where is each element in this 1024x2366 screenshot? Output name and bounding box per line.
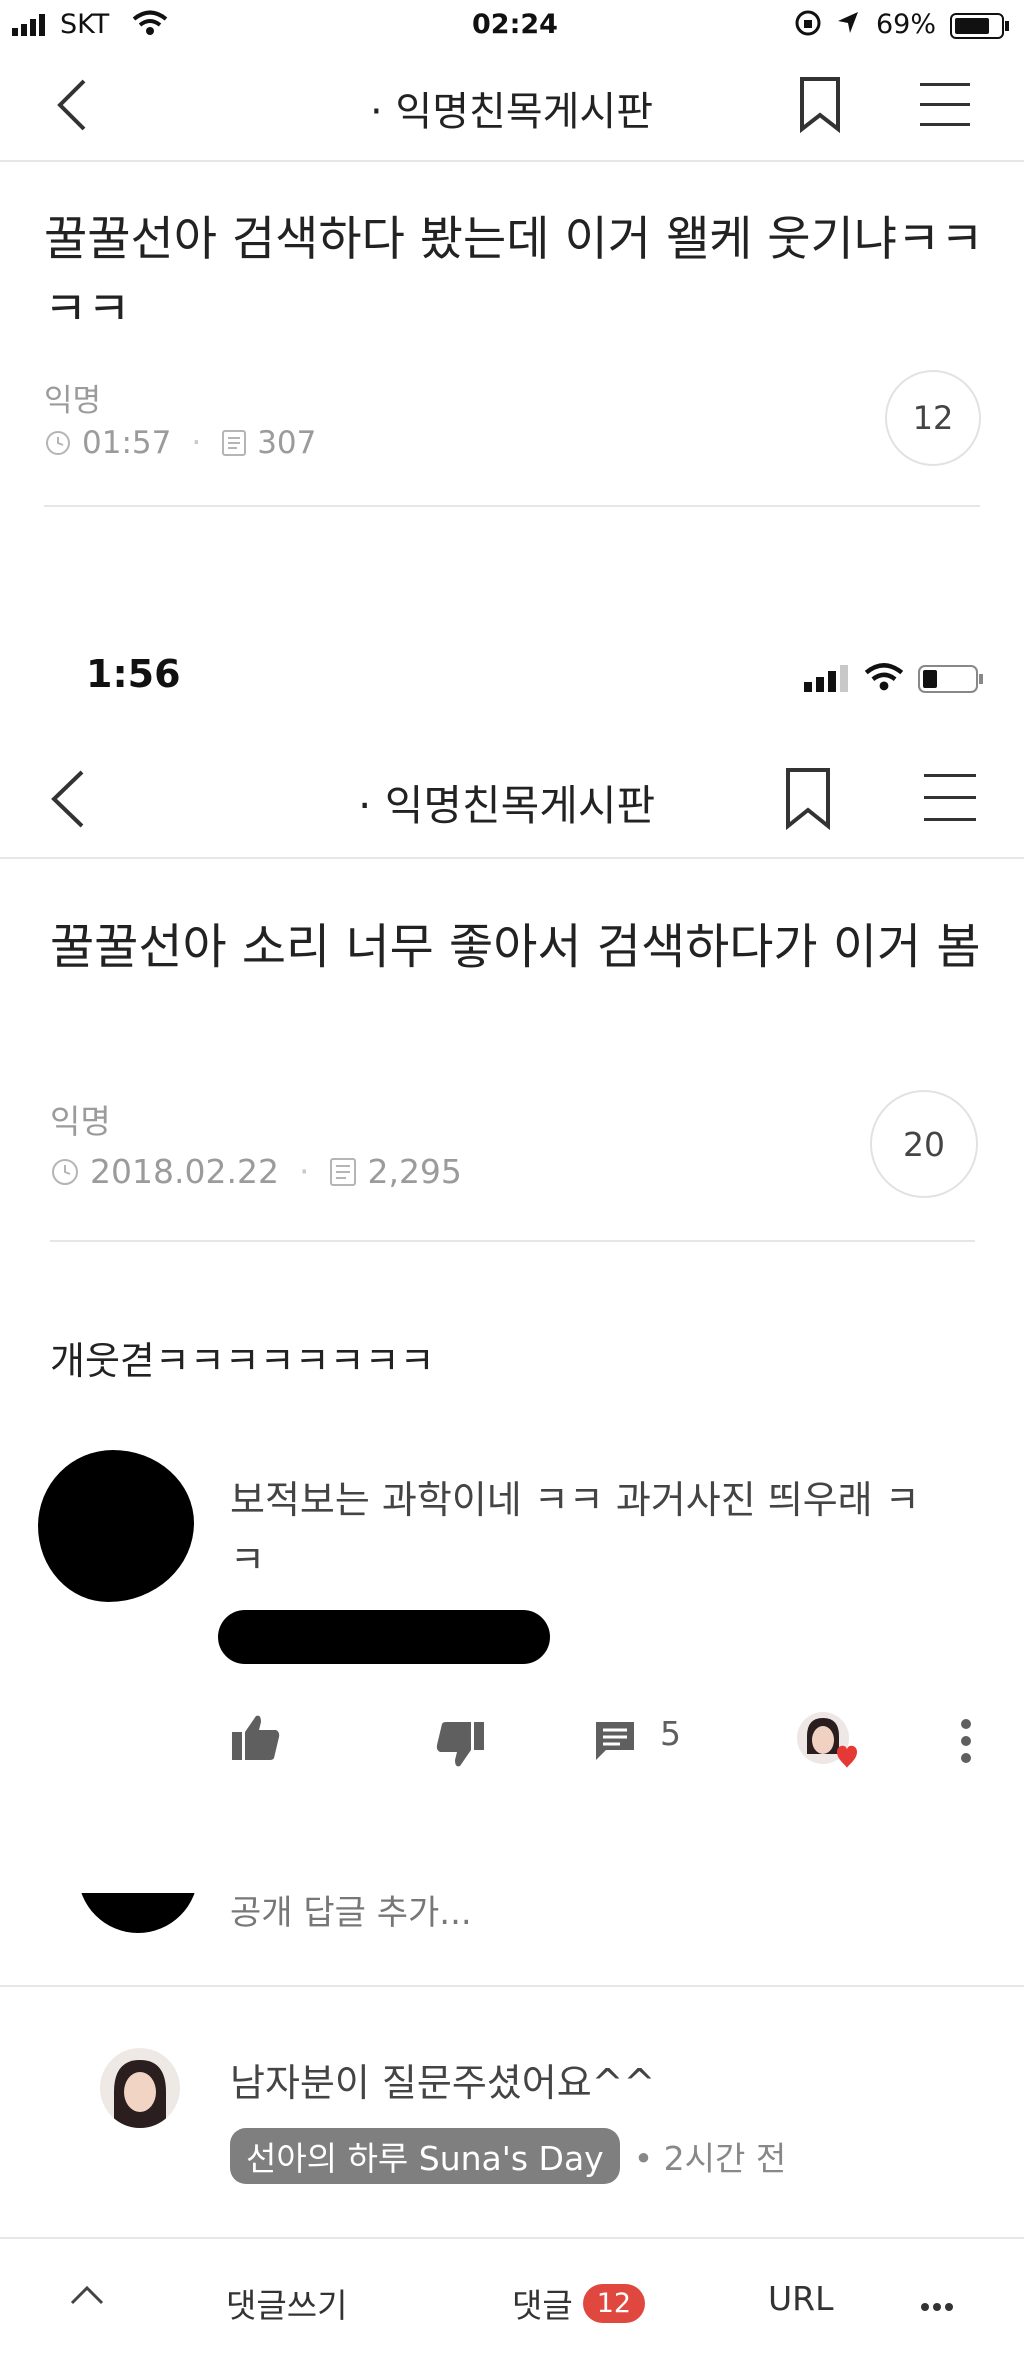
board-title: · 익명친목게시판 [370,89,654,135]
comments-count-badge: 12 [582,2283,646,2323]
inner-post-date: 2018.02.22 [90,1152,279,1191]
carrier-label: SKT [60,9,110,40]
bookmark-icon[interactable] [798,75,842,139]
inner-back-icon[interactable] [46,766,90,836]
post-body-text: 개웃겯ㅋㅋㅋㅋㅋㅋㅋㅋ [50,1339,435,1383]
inner-battery-icon [918,664,988,698]
scroll-up-icon[interactable] [70,2285,104,2309]
nav-bar: · 익명친목게시판 [0,55,1024,162]
reply-icon[interactable] [594,1720,636,1770]
inner-post-author: 익명 [50,1102,111,1141]
more-horiz-icon[interactable] [920,2297,954,2316]
comment-count-badge[interactable]: 12 [885,370,981,466]
creator-avatar [100,2048,180,2128]
url-button[interactable]: URL [768,2279,833,2318]
inner-bookmark-icon[interactable] [784,766,832,836]
divider [44,505,980,507]
bottom-toolbar: 댓글쓰기 댓글 12 URL [0,2237,1024,2366]
yt-comment-text: 보적보는 과학이네 ㅋㅋ 과거사진 띄우래 ㅋㅋ [230,1478,920,1582]
dislike-icon[interactable] [434,1720,486,1776]
lock-rotation-icon [794,9,822,44]
post-views: 307 [257,425,317,461]
location-icon [834,9,862,44]
clipped-reply-row: 공개 답글 추가... [0,1893,1024,1941]
comments-label: 댓글 [512,2286,573,2325]
redacted-username [218,1610,550,1664]
reply-count: 5 [660,1714,681,1753]
meta-separator: · [191,425,202,461]
reply-meta: 선아의 하루 Suna's Day • 2시간 전 [230,2128,786,2184]
partial-reply-text: 공개 답글 추가... [230,1893,472,1933]
inner-post-meta: 2018.02.22 · 2,295 [50,1152,462,1191]
post-meta: 01:57 · 307 [44,425,316,461]
write-comment-button[interactable]: 댓글쓰기 [226,2279,347,2327]
wifi-icon [132,10,168,43]
inner-board-title: · 익명친목게시판 [358,781,656,830]
comment-actions: 5 [0,1710,1024,1770]
reply-text: 남자분이 질문주셨어요^^ [230,2061,656,2105]
like-icon[interactable] [230,1714,282,1770]
inner-clock-time: 1:56 [86,652,181,696]
battery-percent: 69% [876,9,937,40]
inner-wifi-icon [864,662,904,696]
comments-tab[interactable]: 댓글 12 [512,2279,646,2327]
reply-time: • 2시간 전 [633,2139,787,2178]
creator-heart-icon [795,1710,865,1782]
clock-time: 02:24 [472,9,558,40]
more-vert-icon[interactable] [960,1718,972,1772]
inner-meta-separator: · [298,1152,310,1191]
back-icon[interactable] [52,75,92,139]
signal-icon [12,12,56,43]
channel-name-badge[interactable]: 선아의 하루 Suna's Day [230,2128,620,2184]
reply-divider [0,1985,1024,1987]
post-time: 01:57 [82,425,172,461]
inner-post-title: 꿀꿀선아 소리 너무 좋아서 검색하다가 이거 봄 [50,919,981,975]
views-icon [222,430,247,456]
inner-views-icon [330,1157,357,1186]
inner-comment-count-badge[interactable]: 20 [870,1090,978,1198]
menu-icon[interactable] [920,81,970,133]
status-bar: SKT 02:24 69% [0,0,1024,50]
redacted-avatar [38,1450,194,1602]
post-author: 익명 [44,383,102,419]
inner-signal-icon [804,664,852,696]
redacted-avatar-small [78,1893,198,1933]
inner-divider [50,1240,975,1242]
clock-icon [46,431,70,455]
inner-nav-bar: · 익명친목게시판 [0,752,1024,859]
inner-clock-icon [52,1158,78,1185]
inner-post-views: 2,295 [367,1152,462,1191]
battery-icon [950,12,1012,47]
post-title: 꿀꿀선아 검색하다 봤는데 이거 왤케 웃기냐ㅋㅋㅋㅋ [44,212,984,337]
inner-menu-icon[interactable] [924,772,976,828]
